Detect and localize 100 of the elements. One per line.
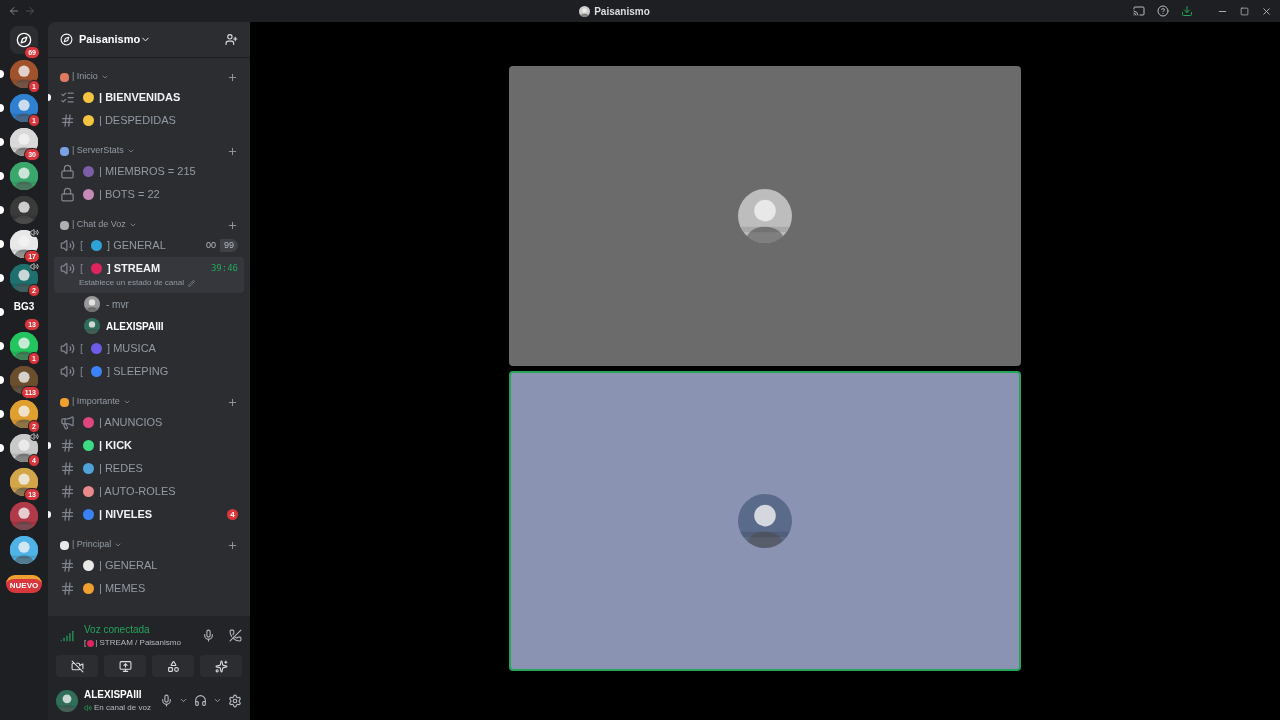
server-icon[interactable] xyxy=(10,162,38,190)
channel-status: Establece un estado de canal xyxy=(79,277,184,289)
help-icon[interactable] xyxy=(1157,5,1169,17)
disconnect-icon[interactable] xyxy=(229,629,242,642)
add-channel-icon[interactable] xyxy=(227,539,238,551)
chevron-icon[interactable] xyxy=(100,73,109,81)
chevron-icon[interactable] xyxy=(179,696,188,705)
channel-item[interactable]: | BIENVENIDAS xyxy=(54,86,244,109)
voice-member[interactable]: ALEXISPAIII xyxy=(78,315,244,337)
server-icon[interactable] xyxy=(10,366,38,394)
category-name[interactable]: | ServerStats xyxy=(72,144,124,158)
server-icon[interactable] xyxy=(10,60,38,88)
hash-icon xyxy=(60,484,75,499)
sparkles-icon xyxy=(214,659,228,673)
server-icon[interactable] xyxy=(10,434,38,462)
close-icon[interactable] xyxy=(1261,5,1272,17)
channel-item[interactable]: [ ] GENERAL 00 99 xyxy=(54,234,244,257)
chevron-icon[interactable] xyxy=(128,221,137,229)
category-name[interactable]: | Importante xyxy=(72,395,120,409)
server-icon[interactable] xyxy=(10,26,38,54)
hash-icon xyxy=(60,558,75,573)
server-icon[interactable] xyxy=(10,400,38,428)
channel-name: | MEMES xyxy=(99,581,146,597)
voice-channel-link[interactable]: | STREAM / Paisanismo xyxy=(95,637,181,649)
soundboard-button[interactable] xyxy=(200,655,242,677)
compass-icon xyxy=(16,32,32,48)
download-icon[interactable] xyxy=(1181,5,1193,17)
channel-name: | NIVELES xyxy=(99,507,153,523)
server-icon xyxy=(60,33,73,46)
screen-icon[interactable] xyxy=(1133,5,1145,17)
camera-off-icon xyxy=(70,659,84,673)
channel-item[interactable]: | MEMES xyxy=(54,577,244,600)
back-icon[interactable] xyxy=(8,5,20,17)
video-tile[interactable] xyxy=(509,66,1021,366)
category-name[interactable]: | Inicio xyxy=(72,70,98,84)
channel-item[interactable]: [ ] SLEEPING xyxy=(54,360,244,383)
headphones-icon[interactable] xyxy=(194,694,207,707)
megaphone-icon xyxy=(60,415,75,430)
channel-item[interactable]: | NIVELES 4 xyxy=(54,503,244,526)
channel-name: | MIEMBROS = 215 xyxy=(99,164,196,180)
speaker-icon xyxy=(60,238,75,253)
activities-button[interactable] xyxy=(152,655,194,677)
camera-button[interactable] xyxy=(56,655,98,677)
maximize-icon[interactable] xyxy=(1240,6,1249,16)
voice-member[interactable]: - mvr xyxy=(78,293,244,315)
new-badge[interactable]: NUEVO xyxy=(5,575,43,593)
server-icon[interactable] xyxy=(10,94,38,122)
channel-item[interactable]: | KICK xyxy=(54,434,244,457)
chevron-icon[interactable] xyxy=(114,541,123,549)
category-name[interactable]: | Chat de Voz xyxy=(72,218,126,232)
voice-status: Voz conectada xyxy=(84,623,151,637)
chevron-icon[interactable] xyxy=(122,398,131,406)
category-name[interactable]: | Principal xyxy=(72,538,112,552)
bracket: [ xyxy=(80,238,84,254)
settings-icon[interactable] xyxy=(228,693,242,708)
channel-name: | REDES xyxy=(99,461,143,477)
server-icon[interactable] xyxy=(10,332,38,360)
channel-item[interactable]: | REDES xyxy=(54,457,244,480)
channel-item[interactable]: | MIEMBROS = 215 xyxy=(54,160,244,183)
server-icon[interactable] xyxy=(10,264,38,292)
username: ALEXISPAIII xyxy=(84,688,143,702)
screen-share-button[interactable] xyxy=(104,655,146,677)
video-tile[interactable] xyxy=(509,371,1021,671)
add-channel-icon[interactable] xyxy=(227,145,238,157)
lock-icon xyxy=(60,164,75,179)
connection-icon xyxy=(60,628,74,643)
member-name: ALEXISPAIII xyxy=(106,319,164,334)
server-icon[interactable] xyxy=(10,128,38,156)
mic-icon[interactable] xyxy=(160,694,173,707)
channel-item[interactable]: | GENERAL xyxy=(54,554,244,577)
channel-name: ] MUSICA xyxy=(107,341,156,357)
channel-item[interactable]: | AUTO-ROLES xyxy=(54,480,244,503)
server-icon[interactable] xyxy=(10,468,38,496)
hash-icon xyxy=(60,507,75,522)
bracket: [ xyxy=(80,261,84,277)
call-timer: 39:46 xyxy=(210,261,238,275)
invite-icon[interactable] xyxy=(225,33,238,46)
server-icon[interactable] xyxy=(10,196,38,224)
server-icon[interactable] xyxy=(10,502,38,530)
channel-item[interactable]: | BOTS = 22 xyxy=(54,183,244,206)
hash-icon xyxy=(60,113,75,128)
shapes-icon xyxy=(166,659,180,673)
channel-item[interactable]: [ ] MUSICA xyxy=(54,337,244,360)
chevron-icon[interactable] xyxy=(213,696,222,705)
chevron-icon[interactable] xyxy=(126,147,135,155)
add-channel-icon[interactable] xyxy=(227,71,238,83)
channel-name: | ANUNCIOS xyxy=(99,415,163,431)
window-title: Paisanismo xyxy=(594,4,650,19)
channel-name: ] GENERAL xyxy=(107,238,166,254)
channel-name: | GENERAL xyxy=(99,558,158,574)
channel-item[interactable]: | ANUNCIOS xyxy=(54,411,244,434)
channel-item[interactable]: | DESPEDIDAS xyxy=(54,109,244,132)
add-channel-icon[interactable] xyxy=(227,396,238,408)
speaker-icon xyxy=(60,364,75,379)
add-channel-icon[interactable] xyxy=(227,219,238,231)
channel-item[interactable]: [ ] STREAM 39:46 Establece un estado de canal xyxy=(54,257,244,293)
server-icon[interactable] xyxy=(10,536,38,564)
channel-name: | KICK xyxy=(99,438,133,454)
bracket: [ xyxy=(80,364,84,380)
server-name[interactable]: Paisanismo xyxy=(79,31,141,48)
